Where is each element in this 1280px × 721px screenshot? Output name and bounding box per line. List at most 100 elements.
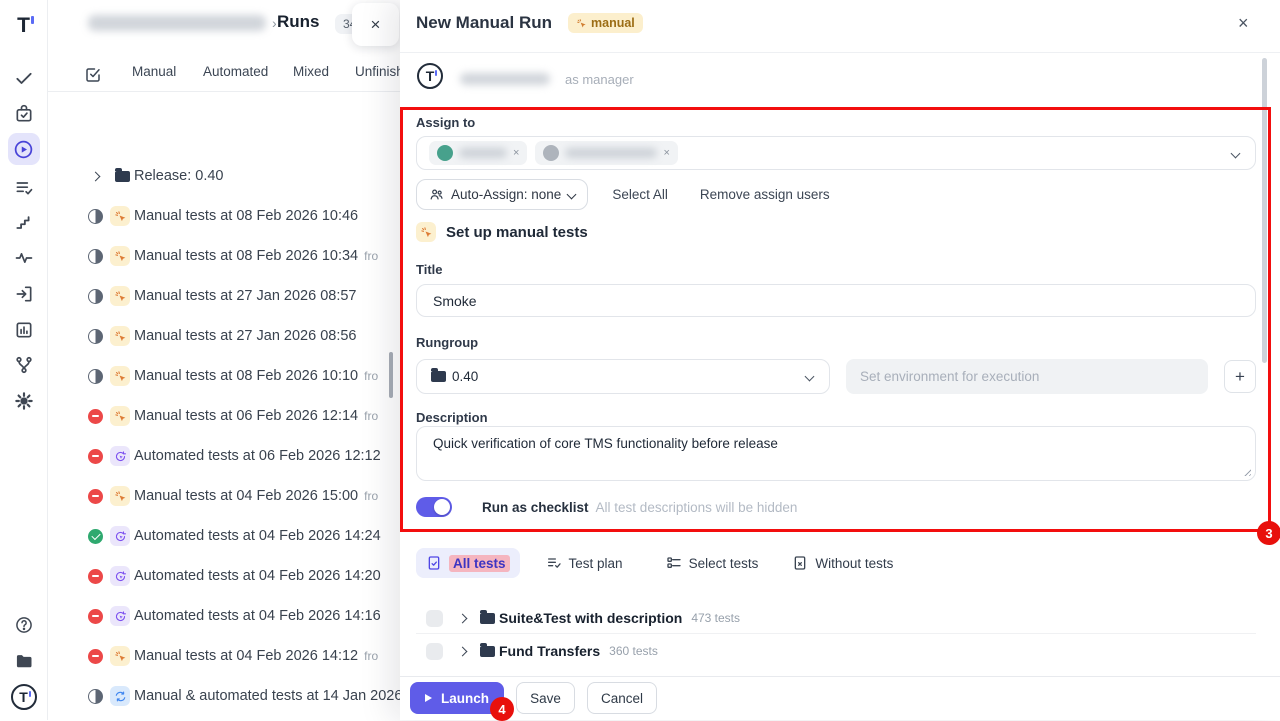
rungroup-select[interactable]: 0.40 xyxy=(416,359,830,394)
checkbox-list-icon xyxy=(666,555,682,571)
drawer-close-tab-button[interactable]: × xyxy=(352,3,399,46)
resize-handle[interactable] xyxy=(1242,467,1251,476)
description-textarea[interactable]: Quick verification of core TMS functiona… xyxy=(416,426,1256,481)
tab-automated[interactable]: Automated xyxy=(203,64,268,79)
tab-manual[interactable]: Manual xyxy=(132,64,176,79)
drawer-title: New Manual Run xyxy=(416,13,552,33)
auto-assign-button[interactable]: Auto-Assign: none xyxy=(416,179,588,210)
run-list-item[interactable]: Manual tests at 08 Feb 2026 10:34 fro xyxy=(48,236,400,276)
description-label: Description xyxy=(416,410,488,425)
run-list-item[interactable]: Manual tests at 06 Feb 2026 12:14 fro xyxy=(48,396,400,436)
page-title: Runs xyxy=(277,12,320,32)
sidebar-item-milestones[interactable] xyxy=(8,207,40,239)
projects-button[interactable] xyxy=(8,645,40,677)
run-list-item[interactable]: Manual tests at 27 Jan 2026 08:56 xyxy=(48,316,400,356)
gear-icon xyxy=(14,391,34,411)
sidebar-item-pulse[interactable] xyxy=(8,242,40,274)
assignee-chip[interactable]: × xyxy=(535,141,677,165)
assignee-avatar xyxy=(437,145,453,161)
tab-all-tests[interactable]: All tests xyxy=(416,548,520,578)
suite-checkbox[interactable] xyxy=(426,643,443,660)
add-environment-button[interactable]: + xyxy=(1224,360,1256,393)
run-list-item[interactable]: Manual tests at 08 Feb 2026 10:10 fro xyxy=(48,356,400,396)
folder-icon xyxy=(431,371,446,382)
run-list-item[interactable]: Automated tests at 04 Feb 2026 14:20 xyxy=(48,556,400,596)
tab-select-tests[interactable]: Select tests xyxy=(666,548,759,578)
drawer-scrollbar[interactable] xyxy=(1262,58,1267,363)
run-title: Manual tests at 08 Feb 2026 10:34 xyxy=(134,248,358,264)
remove-assign-users-button[interactable]: Remove assign users xyxy=(700,187,830,202)
chevron-down-icon[interactable] xyxy=(1231,148,1241,158)
run-as-checklist-toggle[interactable] xyxy=(416,497,452,517)
manual-click-icon xyxy=(416,222,436,242)
tab-without-tests[interactable]: Without tests xyxy=(792,548,893,578)
run-title: Automated tests at 06 Feb 2026 12:12 xyxy=(134,448,381,464)
run-list-item[interactable]: Manual tests at 27 Jan 2026 08:57 xyxy=(48,276,400,316)
run-list: Release: 0.40 Manual tests at 08 Feb 202… xyxy=(48,156,400,716)
suite-row[interactable]: Fund Transfers 360 tests xyxy=(400,637,1256,665)
sidebar-item-test-plans[interactable] xyxy=(8,98,40,130)
expand-chevron-icon[interactable] xyxy=(458,613,468,623)
tab-test-plan[interactable]: Test plan xyxy=(546,548,623,578)
status-inprogress-icon xyxy=(88,689,103,704)
title-input[interactable]: Smoke xyxy=(416,284,1256,317)
sidebar-item-branches[interactable] xyxy=(8,349,40,381)
run-list-item[interactable]: Manual & automated tests at 14 Jan 2026 xyxy=(48,676,400,716)
status-inprogress-icon xyxy=(88,249,103,264)
divider xyxy=(400,676,1280,677)
remove-chip-icon[interactable]: × xyxy=(513,147,519,159)
run-subtitle: fro xyxy=(364,369,378,383)
suite-count: 360 tests xyxy=(609,644,658,658)
breadcrumb-separator: › xyxy=(272,15,277,31)
run-list-item[interactable]: Manual tests at 04 Feb 2026 15:00 fro xyxy=(48,476,400,516)
status-inprogress-icon xyxy=(88,289,103,304)
sidebar-item-tests[interactable] xyxy=(8,62,40,94)
sidebar-item-runs[interactable] xyxy=(8,133,40,165)
run-title: Manual tests at 08 Feb 2026 10:46 xyxy=(134,208,358,224)
assignees-multiselect[interactable]: × × xyxy=(416,136,1256,170)
sidebar-item-checklists[interactable] xyxy=(8,172,40,204)
run-list-item[interactable]: Automated tests at 04 Feb 2026 14:16 xyxy=(48,596,400,636)
help-icon xyxy=(14,615,34,635)
remove-chip-icon[interactable]: × xyxy=(663,147,669,159)
select-all-button[interactable]: Select All xyxy=(612,187,668,202)
status-failed-icon xyxy=(88,409,103,424)
rungroup-label: Rungroup xyxy=(416,335,478,350)
run-list-item[interactable]: Manual tests at 08 Feb 2026 10:46 xyxy=(48,196,400,236)
run-list-item[interactable]: Automated tests at 06 Feb 2026 12:12 xyxy=(48,436,400,476)
cancel-button[interactable]: Cancel xyxy=(587,682,657,714)
folder-icon xyxy=(480,646,495,657)
run-title: Manual & automated tests at 14 Jan 2026 xyxy=(134,688,400,704)
assignee-chip[interactable]: × xyxy=(429,141,527,165)
tab-unfinished[interactable]: Unfinished xyxy=(355,64,400,79)
automated-run-icon xyxy=(110,566,130,586)
run-list-item[interactable]: Manual tests at 04 Feb 2026 14:12 fro xyxy=(48,636,400,676)
expand-chevron-icon[interactable] xyxy=(458,646,468,656)
setup-heading: Set up manual tests xyxy=(446,224,588,241)
steps-icon xyxy=(14,213,34,233)
breadcrumb-project-blurred[interactable] xyxy=(88,15,266,31)
run-list-item[interactable]: Automated tests at 04 Feb 2026 14:24 xyxy=(48,516,400,556)
help-button[interactable] xyxy=(8,609,40,641)
profile-avatar[interactable]: T xyxy=(8,681,40,713)
run-group-row[interactable]: Release: 0.40 xyxy=(48,156,400,196)
assign-actions-row: Auto-Assign: none Select All Remove assi… xyxy=(416,179,1256,210)
sidebar-item-settings[interactable] xyxy=(8,385,40,417)
run-title: Manual tests at 27 Jan 2026 08:57 xyxy=(134,288,357,304)
run-title: Automated tests at 04 Feb 2026 14:24 xyxy=(134,528,381,544)
select-mode-icon[interactable] xyxy=(84,66,102,87)
tab-mixed[interactable]: Mixed xyxy=(293,64,329,79)
suite-row[interactable]: Suite&Test with description 473 tests xyxy=(400,604,1256,632)
suite-checkbox[interactable] xyxy=(426,610,443,627)
assign-to-label: Assign to xyxy=(416,115,475,130)
runs-filter-tabbar: Manual Automated Mixed Unfinished xyxy=(48,60,400,92)
app-logo[interactable]: T xyxy=(8,9,40,41)
annotation-number-4: 4 xyxy=(490,697,514,721)
sidebar-item-import[interactable] xyxy=(8,278,40,310)
expand-chevron-icon[interactable] xyxy=(91,171,101,181)
sidebar-item-analytics[interactable] xyxy=(8,314,40,346)
environment-input[interactable]: Set environment for execution xyxy=(846,359,1208,394)
save-button[interactable]: Save xyxy=(516,682,575,714)
close-icon[interactable]: × xyxy=(1238,13,1249,34)
runs-scrollbar[interactable] xyxy=(389,352,393,398)
